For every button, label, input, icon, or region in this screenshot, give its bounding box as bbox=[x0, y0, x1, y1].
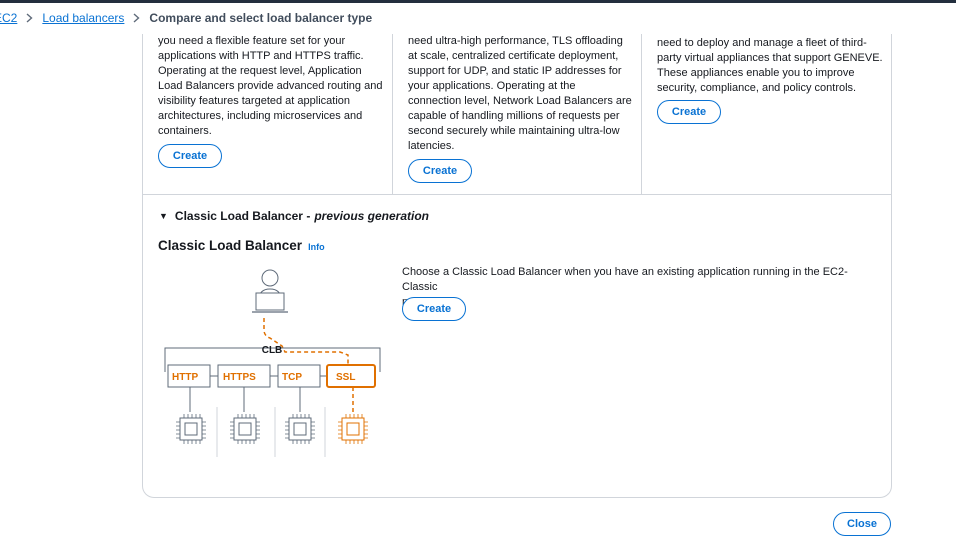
classic-load-balancer-diagram: CLB HTTP HTTPS TCP SSL bbox=[164, 269, 381, 457]
classic-load-balancer-description: Choose a Classic Load Balancer when you … bbox=[402, 266, 848, 308]
create-application-load-balancer-button[interactable]: Create bbox=[158, 144, 222, 168]
card-description: need to deploy and manage a fleet of thi… bbox=[657, 37, 883, 94]
breadcrumb: EC2 Load balancers Compare and select lo… bbox=[0, 6, 372, 30]
instance-chip-icon bbox=[176, 414, 206, 444]
protocol-http: HTTP bbox=[167, 364, 211, 388]
instance-chip-icon-highlighted bbox=[338, 414, 368, 444]
card-description: need ultra-high performance, TLS offload… bbox=[408, 35, 632, 152]
card-description: you need a flexible feature set for your… bbox=[158, 35, 383, 137]
clb-container: CLB bbox=[164, 345, 381, 362]
breadcrumb-ec2[interactable]: EC2 bbox=[0, 11, 17, 25]
top-bar bbox=[0, 0, 956, 3]
breadcrumb-current: Compare and select load balancer type bbox=[149, 11, 373, 25]
close-button[interactable]: Close bbox=[833, 512, 891, 536]
classic-load-balancer-heading: Classic Load Balancer Info bbox=[158, 238, 325, 253]
create-network-load-balancer-button[interactable]: Create bbox=[408, 159, 472, 183]
instance-chip-icon bbox=[230, 414, 260, 444]
protocol-ssl: SSL bbox=[326, 364, 376, 388]
create-gateway-load-balancer-button[interactable]: Create bbox=[657, 100, 721, 124]
instance-chip-icon bbox=[285, 414, 315, 444]
breadcrumb-load-balancers[interactable]: Load balancers bbox=[42, 11, 124, 25]
gateway-load-balancer-card: need to deploy and manage a fleet of thi… bbox=[641, 34, 891, 195]
chevron-right-icon bbox=[26, 13, 33, 23]
clb-label: CLB bbox=[262, 345, 283, 356]
protocol-tcp: TCP bbox=[277, 364, 321, 388]
protocol-https: HTTPS bbox=[217, 364, 271, 388]
svg-text:HTTPS: HTTPS bbox=[223, 372, 256, 383]
load-balancer-cards: you need a flexible feature set for your… bbox=[143, 34, 891, 195]
svg-text:SSL: SSL bbox=[336, 372, 355, 383]
caret-down-icon: ▼ bbox=[159, 211, 168, 221]
application-load-balancer-card: you need a flexible feature set for your… bbox=[158, 34, 388, 195]
info-link[interactable]: Info bbox=[308, 242, 325, 252]
create-classic-load-balancer-button[interactable]: Create bbox=[402, 297, 466, 321]
network-load-balancer-card: need ultra-high performance, TLS offload… bbox=[392, 34, 641, 195]
svg-text:TCP: TCP bbox=[282, 372, 302, 383]
classic-load-balancer-expander[interactable]: ▼ Classic Load Balancer - previous gener… bbox=[159, 209, 429, 223]
user-icon bbox=[252, 269, 288, 313]
svg-text:HTTP: HTTP bbox=[172, 372, 198, 383]
chevron-right-icon bbox=[133, 13, 140, 23]
